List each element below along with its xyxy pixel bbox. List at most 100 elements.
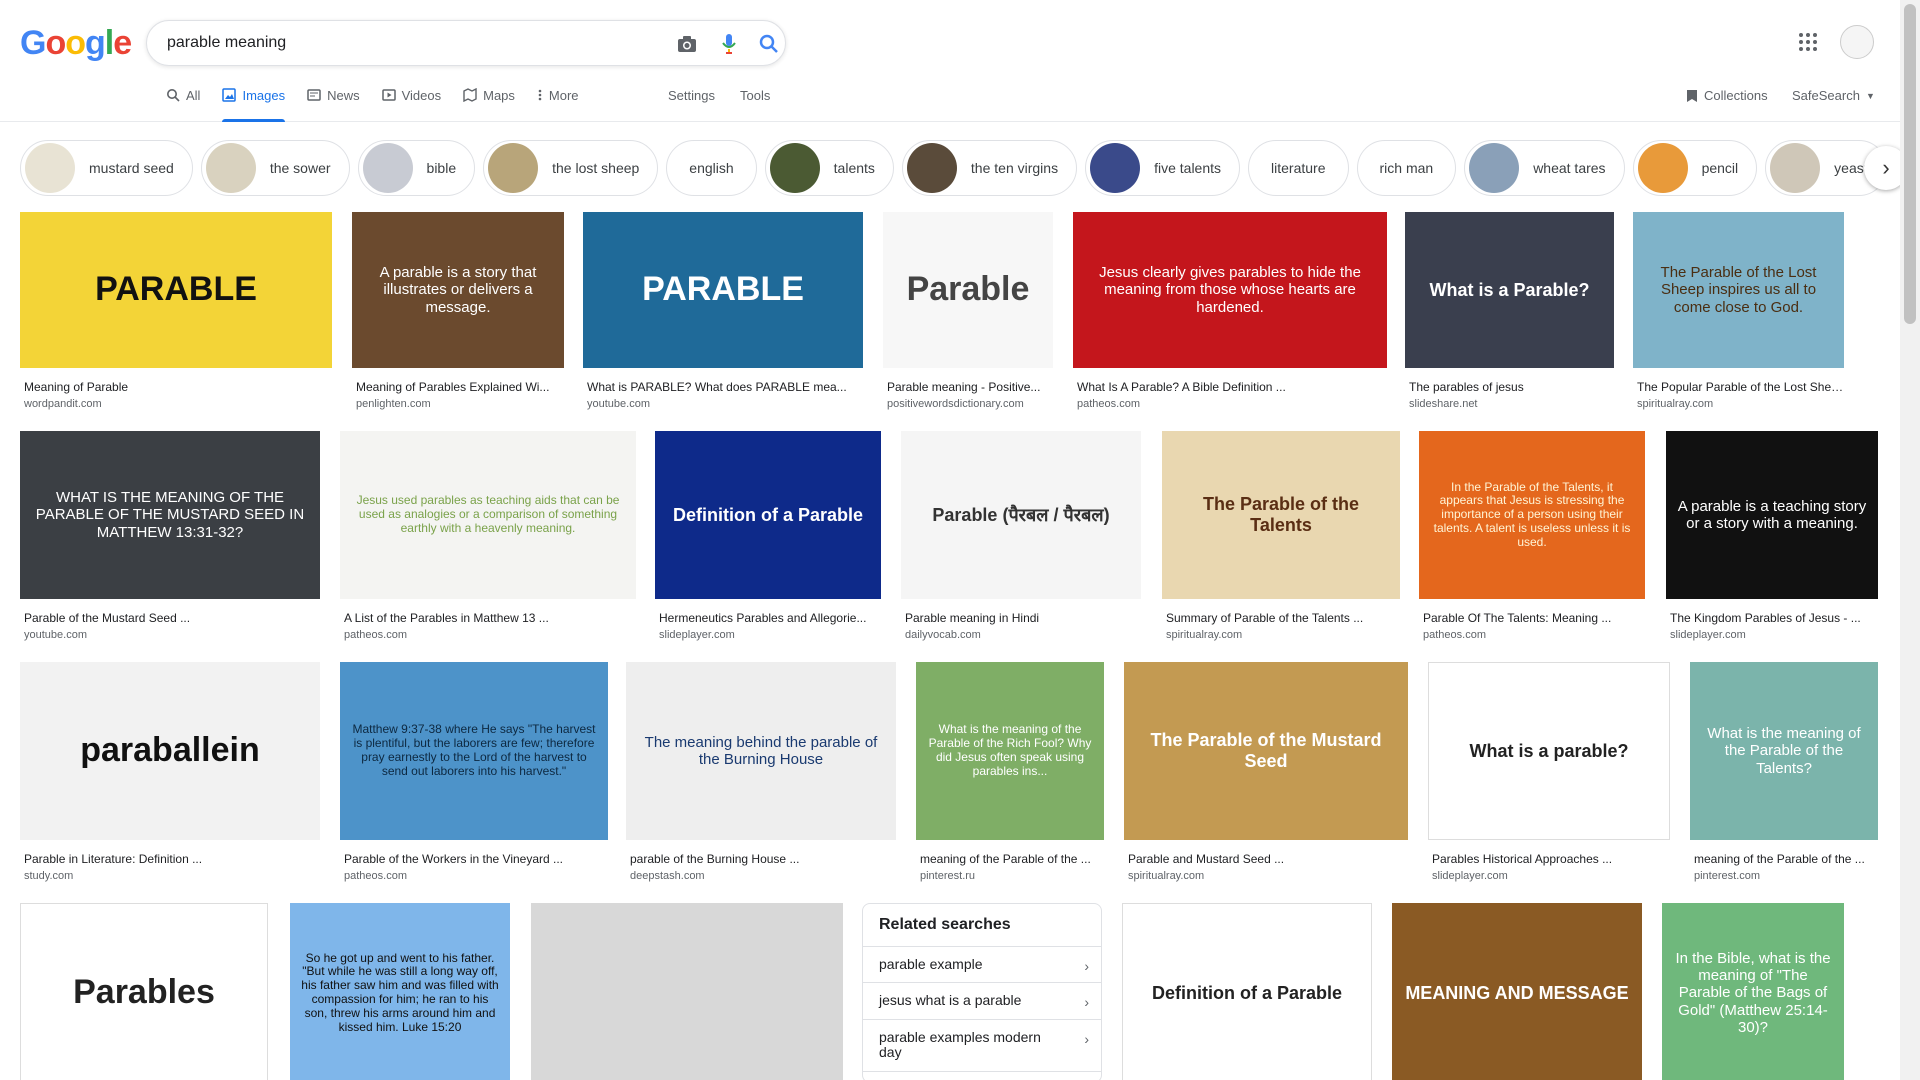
search-input[interactable]: [167, 31, 627, 55]
chip-talents[interactable]: talents: [764, 140, 894, 196]
apps-grid-icon[interactable]: [1796, 30, 1820, 54]
image-thumbnail[interactable]: Parables: [20, 903, 268, 1080]
image-thumbnail[interactable]: What is the meaning of the Parable of th…: [1690, 662, 1878, 840]
image-title[interactable]: Hermeneutics Parables and Allegorie...: [659, 611, 881, 625]
image-title[interactable]: Meaning of Parables Explained Wi...: [356, 380, 564, 394]
chip-mustard-seed[interactable]: mustard seed: [20, 140, 193, 196]
image-title[interactable]: What Is A Parable? A Bible Definition ..…: [1077, 380, 1387, 394]
image-thumbnail[interactable]: The Parable of the Talents: [1162, 431, 1400, 599]
image-thumbnail[interactable]: Jesus used parables as teaching aids tha…: [340, 431, 636, 599]
safesearch-toggle[interactable]: SafeSearch ▼: [1792, 88, 1875, 103]
image-result-card[interactable]: What is a parable? Parables Historical Ap…: [1428, 662, 1670, 882]
image-title[interactable]: Parable and Mustard Seed ...: [1128, 852, 1408, 866]
image-result-card[interactable]: PARABLE Meaning of Parable wordpandit.com: [20, 212, 332, 410]
image-result-card[interactable]: WHAT IS THE MEANING OF THE PARABLE OF TH…: [20, 431, 320, 641]
image-result-card[interactable]: Jesus used parables as teaching aids tha…: [340, 431, 636, 641]
tab-more[interactable]: More: [537, 88, 579, 122]
image-thumbnail[interactable]: The Parable of the Lost Sheep inspires u…: [1633, 212, 1844, 368]
image-result-card[interactable]: Parable Parable meaning - Positive... posi…: [883, 212, 1053, 410]
image-title[interactable]: Meaning of Parable: [24, 380, 332, 394]
settings-link[interactable]: Settings: [668, 88, 715, 103]
search-icon[interactable]: [757, 32, 781, 56]
related-search-item[interactable]: parable examples modern day ›: [863, 1020, 1101, 1072]
image-result-card[interactable]: PARABLE What is PARABLE? What does PARABL…: [583, 212, 863, 410]
image-result-card[interactable]: In the Bible, what is the meaning of "Th…: [1662, 903, 1844, 1080]
collections-link[interactable]: Collections: [1686, 88, 1768, 103]
image-thumbnail[interactable]: Parable (पैरबल / पैरबल): [901, 431, 1141, 599]
image-result-card[interactable]: Matthew 9:37-38 where He says "The harve…: [340, 662, 608, 882]
image-result-card[interactable]: Parables: [20, 903, 268, 1080]
google-logo[interactable]: Google: [20, 24, 132, 63]
image-thumbnail[interactable]: paraballein: [20, 662, 320, 840]
image-thumbnail[interactable]: [531, 903, 843, 1080]
related-search-item[interactable]: jesus what is a parable ›: [863, 983, 1101, 1020]
image-title[interactable]: Parable meaning - Positive...: [887, 380, 1053, 394]
image-result-card[interactable]: The Parable of the Mustard Seed Parable a…: [1124, 662, 1408, 882]
image-result-card[interactable]: What is the meaning of the Parable of th…: [1690, 662, 1878, 882]
image-result-card[interactable]: Definition of a Parable Hermeneutics Para…: [655, 431, 881, 641]
image-thumbnail[interactable]: In the Parable of the Talents, it appear…: [1419, 431, 1645, 599]
image-result-card[interactable]: Parable (पैरबल / पैरबल) Parable meaning i…: [901, 431, 1141, 641]
camera-icon[interactable]: [675, 32, 699, 56]
image-thumbnail[interactable]: A parable is a teaching story or a story…: [1666, 431, 1878, 599]
image-result-card[interactable]: A parable is a teaching story or a story…: [1666, 431, 1878, 641]
image-thumbnail[interactable]: The Parable of the Mustard Seed: [1124, 662, 1408, 840]
image-thumbnail[interactable]: Definition of a Parable: [655, 431, 881, 599]
image-title[interactable]: Parable Of The Talents: Meaning ...: [1423, 611, 1645, 625]
image-result-card[interactable]: The Parable of the Lost Sheep inspires u…: [1633, 212, 1844, 410]
image-title[interactable]: Parable of the Mustard Seed ...: [24, 611, 320, 625]
chip-bible[interactable]: bible: [357, 140, 476, 196]
image-thumbnail[interactable]: PARABLE: [20, 212, 332, 368]
related-search-item[interactable]: parable example ›: [863, 947, 1101, 984]
scrollbar-thumb[interactable]: [1904, 4, 1916, 324]
image-result-card[interactable]: paraballein Parable in Literature: Defini…: [20, 662, 320, 882]
image-title[interactable]: Parable of the Workers in the Vineyard .…: [344, 852, 608, 866]
image-thumbnail[interactable]: Parable: [883, 212, 1053, 368]
image-result-card[interactable]: Definition of a Parable: [1122, 903, 1372, 1080]
tab-news[interactable]: News: [307, 88, 360, 122]
image-title[interactable]: The parables of jesus: [1409, 380, 1614, 394]
image-result-card[interactable]: What is the meaning of the Parable of th…: [916, 662, 1104, 882]
chip-english[interactable]: english: [666, 140, 757, 196]
page-scrollbar[interactable]: [1900, 0, 1920, 1080]
image-thumbnail[interactable]: MEANING AND MESSAGE: [1392, 903, 1642, 1080]
chip-wheat-tares[interactable]: wheat tares: [1464, 140, 1625, 196]
image-thumbnail[interactable]: The meaning behind the parable of the Bu…: [626, 662, 896, 840]
tab-maps[interactable]: Maps: [463, 88, 515, 122]
chip-pencil[interactable]: pencil: [1632, 140, 1758, 196]
image-result-card[interactable]: In the Parable of the Talents, it appear…: [1419, 431, 1645, 641]
image-title[interactable]: The Kingdom Parables of Jesus - ...: [1670, 611, 1878, 625]
image-title[interactable]: What is PARABLE? What does PARABLE mea..…: [587, 380, 863, 394]
image-title[interactable]: parable of the Burning House ...: [630, 852, 896, 866]
image-thumbnail[interactable]: So he got up and went to his father. "Bu…: [290, 903, 510, 1080]
image-title[interactable]: meaning of the Parable of the ...: [1694, 852, 1878, 866]
image-title[interactable]: Parable meaning in Hindi: [905, 611, 1141, 625]
image-thumbnail[interactable]: A parable is a story that illustrates or…: [352, 212, 564, 368]
image-result-card[interactable]: MEANING AND MESSAGE: [1392, 903, 1642, 1080]
image-thumbnail[interactable]: Matthew 9:37-38 where He says "The harve…: [340, 662, 608, 840]
image-thumbnail[interactable]: WHAT IS THE MEANING OF THE PARABLE OF TH…: [20, 431, 320, 599]
tools-link[interactable]: Tools: [740, 88, 770, 103]
image-thumbnail[interactable]: Jesus clearly gives parables to hide the…: [1073, 212, 1387, 368]
chip-the-lost-sheep[interactable]: the lost sheep: [483, 140, 659, 196]
tab-videos[interactable]: Videos: [381, 88, 441, 122]
image-result-card[interactable]: The Parable of the Talents Summary of Par…: [1162, 431, 1400, 641]
chip-yeast[interactable]: yeast: [1765, 140, 1880, 196]
image-result-card[interactable]: So he got up and went to his father. "Bu…: [290, 903, 510, 1080]
image-thumbnail[interactable]: What is the meaning of the Parable of th…: [916, 662, 1104, 840]
image-title[interactable]: Parables Historical Approaches ...: [1432, 852, 1670, 866]
image-title[interactable]: Summary of Parable of the Talents ...: [1166, 611, 1400, 625]
image-result-card[interactable]: The meaning behind the parable of the Bu…: [626, 662, 896, 882]
image-thumbnail[interactable]: In the Bible, what is the meaning of "Th…: [1662, 903, 1844, 1080]
chip-the-sower[interactable]: the sower: [200, 140, 350, 196]
image-result-card[interactable]: [531, 903, 843, 1080]
image-title[interactable]: meaning of the Parable of the ...: [920, 852, 1104, 866]
chip-five-talents[interactable]: five talents: [1085, 140, 1241, 196]
chip-the-ten-virgins[interactable]: the ten virgins: [901, 140, 1078, 196]
microphone-icon[interactable]: [717, 32, 741, 56]
image-thumbnail[interactable]: PARABLE: [583, 212, 863, 368]
image-thumbnail[interactable]: Definition of a Parable: [1122, 903, 1372, 1080]
tab-images[interactable]: Images: [222, 88, 285, 122]
image-title[interactable]: The Popular Parable of the Lost Sheep ..…: [1637, 380, 1844, 394]
image-thumbnail[interactable]: What is a parable?: [1428, 662, 1670, 840]
